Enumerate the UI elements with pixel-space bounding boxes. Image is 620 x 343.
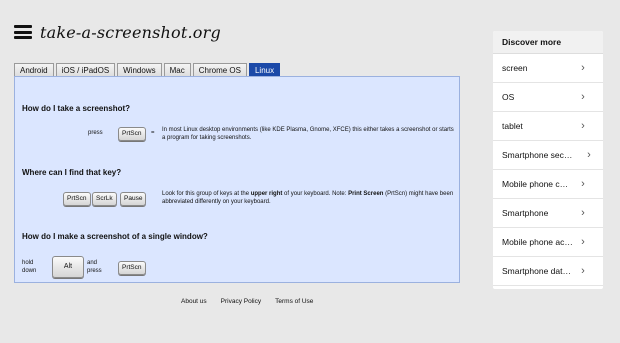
terms-of-use-link[interactable]: Terms of Use <box>275 298 313 305</box>
discover-item[interactable]: OS › <box>493 83 603 112</box>
prtscn-key: PrtScn <box>63 192 91 206</box>
discover-item[interactable]: tablet › <box>493 112 603 141</box>
equals-sign: = <box>151 130 155 136</box>
chevron-right-icon: › <box>581 265 585 277</box>
chevron-right-icon: › <box>581 120 585 132</box>
hold-label: hold <box>22 260 34 266</box>
discover-item[interactable]: Mobile phone ac… › <box>493 228 603 257</box>
discover-item[interactable]: screen › <box>493 54 603 83</box>
header: take-a-screenshot.org <box>14 20 221 44</box>
and-label: and <box>87 260 98 266</box>
question-single-window: How do I make a screenshot of a single w… <box>22 232 208 241</box>
site-logo[interactable]: take-a-screenshot.org <box>40 23 221 42</box>
privacy-policy-link[interactable]: Privacy Policy <box>221 298 261 305</box>
discover-item[interactable]: Smartphone dat… › <box>493 257 603 286</box>
scrlk-key: ScrLk <box>92 192 117 206</box>
chevron-right-icon: › <box>581 207 585 219</box>
chevron-right-icon: › <box>581 236 585 248</box>
discover-item[interactable]: Smartphone sec… › <box>493 141 603 170</box>
prtscn-key: PrtScn <box>118 261 146 275</box>
press-label: press <box>87 268 102 274</box>
pause-key: Pause <box>120 192 147 206</box>
footer: About us Privacy Policy Terms of Use <box>181 298 313 305</box>
q1-desc-line1: In most Linux desktop environments (like… <box>162 127 454 133</box>
discover-more-panel: Discover more screen › OS › tablet › Smartp… <box>493 31 603 289</box>
alt-key: Alt <box>52 256 84 278</box>
q2-desc-line2: abbreviated differently on your keyboard… <box>162 199 271 205</box>
q1-desc-line2: a program for taking screenshots. <box>162 135 252 141</box>
question-find-key: Where can I find that key? <box>22 168 122 177</box>
chevron-right-icon: › <box>581 91 585 103</box>
discover-more-title: Discover more <box>493 31 603 54</box>
down-label: down <box>22 268 37 274</box>
content-panel: How do I take a screenshot? press PrtScn… <box>14 76 460 283</box>
chevron-right-icon: › <box>587 149 591 161</box>
chevron-right-icon: › <box>581 178 585 190</box>
chevron-right-icon: › <box>581 62 585 74</box>
q2-desc-line1: Look for this group of keys at the upper… <box>162 191 454 197</box>
about-us-link[interactable]: About us <box>181 298 207 305</box>
hamburger-icon[interactable] <box>14 25 32 39</box>
discover-item[interactable]: Smartphone › <box>493 199 603 228</box>
prtscn-key: PrtScn <box>118 127 146 141</box>
question-take-screenshot: How do I take a screenshot? <box>22 104 131 113</box>
press-label: press <box>88 130 103 136</box>
discover-item[interactable]: Mobile phone c… › <box>493 170 603 199</box>
